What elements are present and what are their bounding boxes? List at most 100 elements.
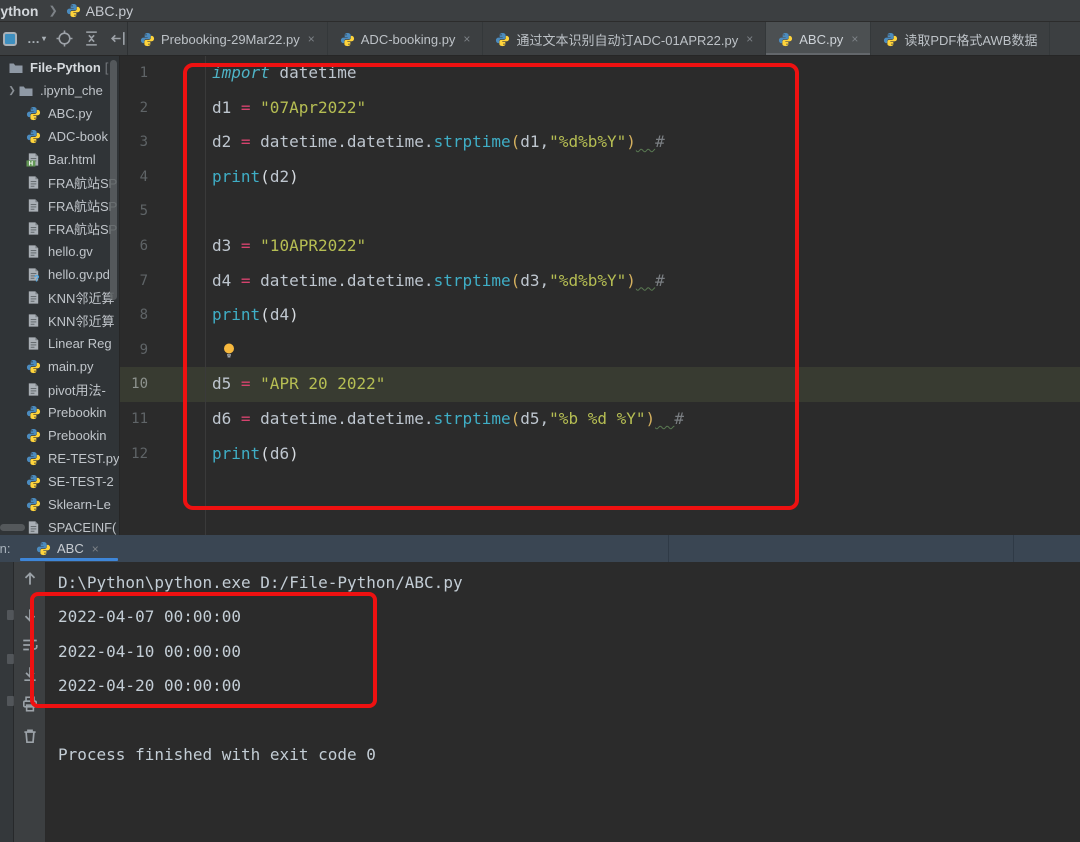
tree-item-label: .ipynb_che (40, 83, 103, 98)
tree-item[interactable]: ABC.py (0, 102, 119, 125)
code-line[interactable]: 9 (120, 333, 1080, 368)
code-line[interactable]: 3 d2 = datetime.datetime.strptime(d1,"%d%… (120, 125, 1080, 160)
scroll-to-end-icon[interactable] (21, 665, 39, 683)
tree-item[interactable]: KNN邻近算 (0, 309, 119, 332)
pycharm-window: Python ❯ ABC.py …▾ Prebooking-29Mar22.py… (0, 0, 1080, 842)
tab-label: 通过文本识别自动订ADC-01APR22.py (516, 32, 739, 48)
editor-tab[interactable]: 通过文本识别自动订ADC-01APR22.py × (483, 22, 767, 55)
intention-bulb-icon[interactable] (221, 342, 237, 360)
line-number[interactable]: 12 (120, 437, 148, 472)
console-toolbar (14, 562, 46, 842)
tree-item[interactable]: Linear Reg (0, 332, 119, 355)
tree-item[interactable]: hello.gv (0, 240, 119, 263)
console-output[interactable]: D:\Python\python.exe D:/File-Python/ABC.… (46, 562, 1080, 842)
line-number[interactable]: 4 (120, 160, 148, 195)
tree-item[interactable]: FRA航站SP (0, 171, 119, 194)
editor-tab[interactable]: ADC-booking.py × (328, 22, 484, 55)
python-file-icon (26, 428, 43, 444)
text-file-icon (26, 520, 43, 536)
toolbar-divider (1013, 535, 1014, 562)
hide-panel-icon[interactable] (110, 30, 127, 48)
code-line-current[interactable]: 10 d5 = "APR 20 2022" (120, 367, 1080, 402)
tree-item[interactable]: Prebookin (0, 424, 119, 447)
code-line[interactable]: 5 (120, 194, 1080, 229)
tree-item[interactable]: ADC-book (0, 125, 119, 148)
tab-close-icon[interactable]: × (746, 32, 753, 46)
run-console: D:\Python\python.exe D:/File-Python/ABC.… (0, 562, 1080, 842)
line-number[interactable]: 2 (120, 91, 148, 126)
window-edge-strip (0, 562, 14, 842)
code-text: d1 = "07Apr2022" (212, 97, 367, 117)
tree-item-label: hello.gv (48, 244, 93, 259)
tree-item[interactable]: Prebookin (0, 401, 119, 424)
line-number[interactable]: 5 (120, 194, 148, 229)
text-file-icon (26, 382, 43, 398)
clear-console-icon[interactable] (21, 727, 39, 745)
code-line[interactable]: 2 d1 = "07Apr2022" (120, 91, 1080, 126)
breadcrumb-file[interactable]: ABC.py (86, 3, 133, 19)
tool-window-toolbar: … ▾ (0, 22, 128, 55)
line-number[interactable]: 6 (120, 229, 148, 264)
tree-item[interactable]: Sklearn-Le (0, 493, 119, 516)
tree-item[interactable]: main.py (0, 355, 119, 378)
code-line[interactable]: 1 import datetime (120, 56, 1080, 91)
line-number[interactable]: 1 (120, 56, 148, 91)
tree-item[interactable]: H Bar.html (0, 148, 119, 171)
tree-item-path-hint: [ (104, 60, 109, 75)
tree-item[interactable]: KNN邻近算 (0, 286, 119, 309)
tree-item[interactable]: SE-TEST-2 (0, 470, 119, 493)
tab-close-icon[interactable]: × (308, 32, 315, 46)
python-file-icon (340, 32, 355, 47)
print-icon[interactable] (21, 695, 39, 713)
tree-item[interactable]: ❯ .ipynb_che (0, 79, 119, 102)
code-line[interactable]: 12 print(d6) (120, 437, 1080, 472)
line-number[interactable]: 3 (120, 125, 148, 160)
code-line[interactable]: 7 d4 = datetime.datetime.strptime(d3,"%d%… (120, 264, 1080, 299)
more-options-icon[interactable]: … ▾ (27, 30, 46, 48)
tree-item[interactable]: pivot用法- (0, 378, 119, 401)
line-number[interactable]: 8 (120, 298, 148, 333)
locate-file-icon[interactable] (56, 30, 73, 48)
collapse-all-icon[interactable] (83, 30, 100, 48)
editor-tab[interactable]: 读取PDF格式AWB数据 (871, 22, 1051, 55)
tree-item[interactable]: FRA航站SP (0, 194, 119, 217)
tab-close-icon[interactable]: × (463, 32, 470, 46)
tree-item[interactable]: ? hello.gv.pd (0, 263, 119, 286)
line-number[interactable]: 11 (120, 402, 148, 437)
line-number[interactable]: 10 (120, 367, 148, 402)
line-number[interactable]: 7 (120, 264, 148, 299)
run-tab-underline (20, 558, 118, 561)
up-arrow-icon[interactable] (21, 570, 39, 588)
code-line[interactable]: 6 d3 = "10APR2022" (120, 229, 1080, 264)
console-line: D:\Python\python.exe D:/File-Python/ABC.… (58, 572, 463, 592)
code-editor[interactable]: 1 import datetime 2 d1 = "07Apr2022" 3 d2 = d… (120, 56, 1080, 535)
code-line[interactable]: 4 print(d2) (120, 160, 1080, 195)
text-file-icon (26, 175, 43, 191)
editor-tab[interactable]: ABC.py × (766, 22, 872, 55)
tree-horizontal-scrollbar[interactable] (0, 524, 25, 531)
text-file-icon (26, 313, 43, 329)
tree-item-label: main.py (48, 359, 94, 374)
tab-close-icon[interactable]: × (851, 32, 858, 46)
text-file-icon (26, 336, 43, 352)
python-file-icon (883, 32, 898, 47)
code-line[interactable]: 8 print(d4) (120, 298, 1080, 333)
code-line[interactable]: 11 d6 = datetime.datetime.strptime(d5,"%b… (120, 402, 1080, 437)
tab-label: ABC.py (799, 31, 844, 47)
down-arrow-icon[interactable] (21, 606, 39, 624)
code-text: d3 = "10APR2022" (212, 235, 367, 255)
tree-vertical-scrollbar[interactable] (110, 60, 117, 300)
chevron-right-icon[interactable]: ❯ (6, 85, 18, 96)
tree-item[interactable]: RE-TEST.py (0, 447, 119, 470)
console-line: 2022-04-07 00:00:00 (58, 607, 242, 626)
project-tool-icon[interactable] (1, 30, 18, 48)
breadcrumb-project[interactable]: Python (0, 3, 38, 19)
run-tab-close-icon[interactable]: × (92, 542, 99, 556)
tree-item[interactable]: FRA航站SP (0, 217, 119, 240)
soft-wrap-icon[interactable] (21, 636, 39, 654)
text-file-icon (26, 290, 43, 306)
tree-item[interactable]: File-Python[ (0, 56, 119, 79)
editor-tab[interactable]: Prebooking-29Mar22.py × (128, 22, 328, 55)
line-number[interactable]: 9 (120, 333, 148, 368)
code-text: print(d6) (212, 443, 299, 463)
